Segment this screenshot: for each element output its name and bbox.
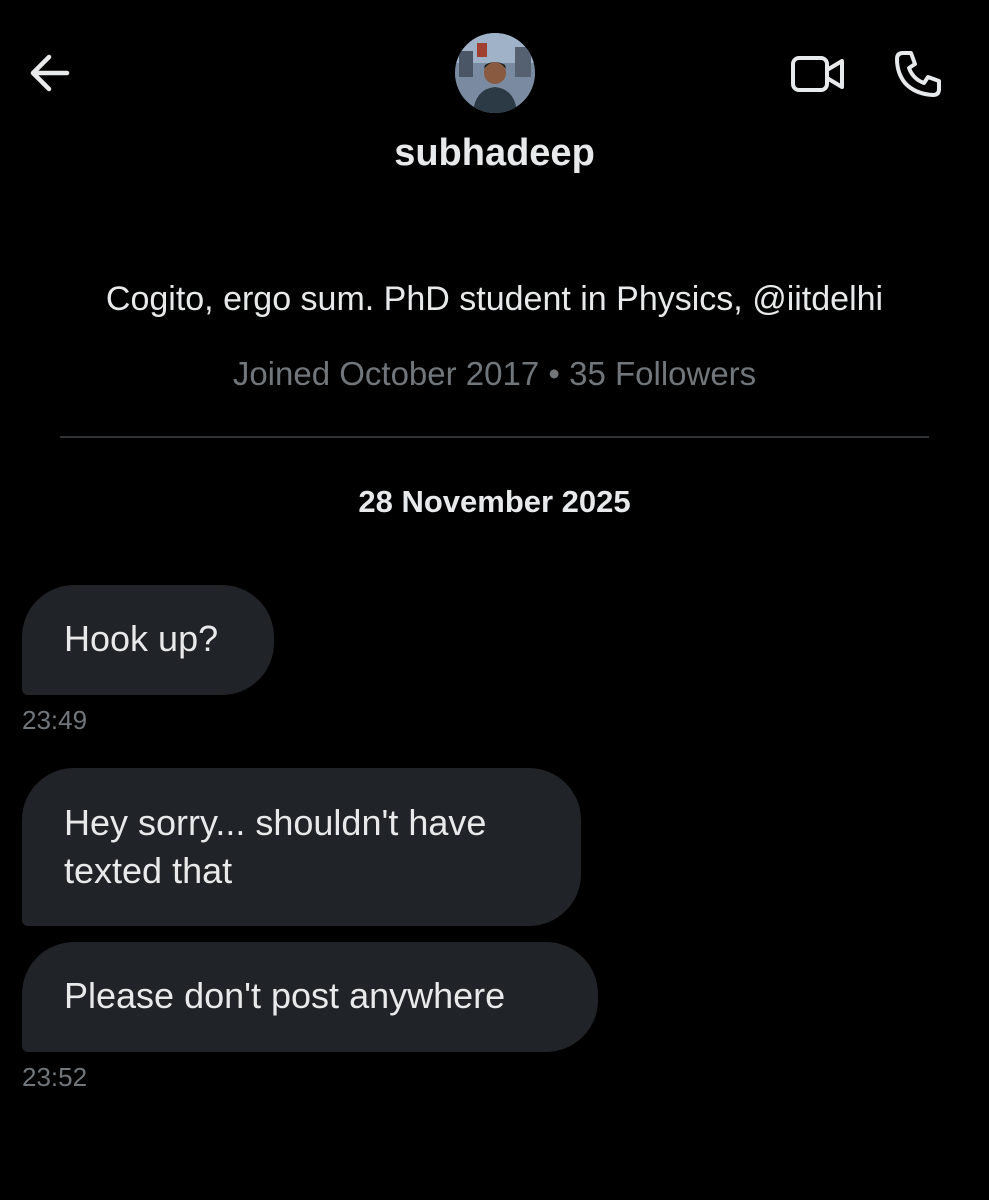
conversation-username[interactable]: subhadeep [0, 132, 989, 175]
avatar[interactable] [455, 33, 535, 113]
back-button[interactable] [24, 50, 74, 96]
profile-meta: Joined October 2017 • 35 Followers [232, 355, 757, 392]
message-bubble[interactable]: Please don't post anywhere [22, 942, 598, 1052]
message-bubble[interactable]: Hey sorry... shouldn't have texted that [22, 768, 581, 926]
voice-call-button[interactable] [888, 46, 948, 102]
message-bubble[interactable]: Hook up? [22, 585, 274, 695]
date-separator: 28 November 2025 [358, 484, 631, 519]
video-camera-icon [791, 56, 844, 92]
profile-bio: Cogito, ergo sum. PhD student in Physics… [105, 280, 884, 318]
message-timestamp: 23:49 [22, 705, 88, 735]
divider [60, 436, 929, 438]
phone-icon [895, 51, 941, 97]
video-call-button[interactable] [788, 46, 848, 102]
arrow-left-icon [30, 54, 70, 92]
message-timestamp: 23:52 [22, 1062, 88, 1092]
